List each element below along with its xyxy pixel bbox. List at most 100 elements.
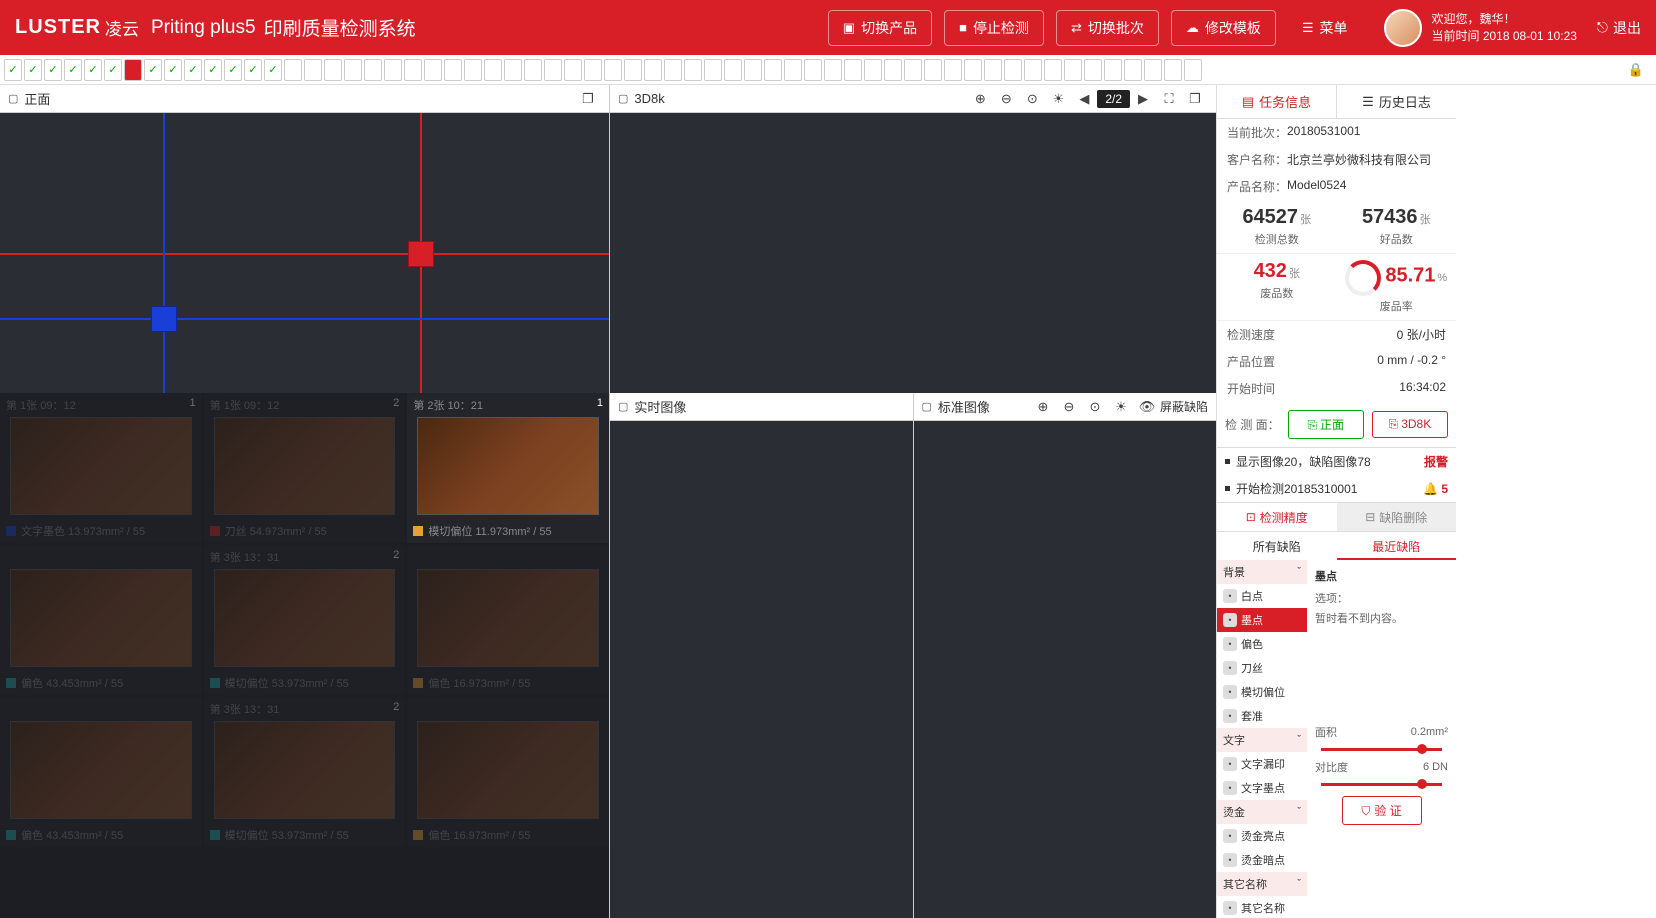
defect-group[interactable]: 文字ˇ [1217,728,1307,752]
check-cell[interactable] [584,59,602,81]
check-cell[interactable]: ✓ [204,59,222,81]
prev-icon[interactable]: ◀ [1073,88,1095,110]
thumbnail[interactable]: 偏色 16.973mm² / 55 [407,697,609,847]
check-cell[interactable] [624,59,642,81]
thumbnail[interactable]: 第 3张 13：312 模切偏位 53.973mm² / 55 [204,697,406,847]
lock-icon[interactable]: 🔒 [1628,62,1644,78]
check-cell[interactable]: ✓ [264,59,282,81]
verify-button[interactable]: ⛉验 证 [1342,796,1422,825]
check-cell[interactable] [804,59,822,81]
zoom-out-icon[interactable]: ⊖ [1058,396,1080,418]
check-cell[interactable]: ✓ [184,59,202,81]
thumbnail[interactable]: 偏色 16.973mm² / 55 [407,545,609,695]
check-cell[interactable]: ✓ [244,59,262,81]
thumbnail[interactable]: 偏色 43.453mm² / 55 [0,697,202,847]
check-cell[interactable] [324,59,342,81]
check-cell[interactable] [724,59,742,81]
mask-defect-label[interactable]: 屏蔽缺陷 [1160,398,1208,415]
check-cell[interactable] [764,59,782,81]
blue-marker[interactable] [151,306,177,332]
zoom-in-icon[interactable]: ⊕ [969,88,991,110]
check-cell[interactable]: ✓ [144,59,162,81]
check-cell[interactable] [364,59,382,81]
check-cell[interactable] [284,59,302,81]
stop-detect-button[interactable]: ■停止检测 [944,10,1044,46]
check-cell[interactable] [464,59,482,81]
check-cell[interactable] [344,59,362,81]
defect-item[interactable]: •文字漏印 [1217,752,1307,776]
check-cell[interactable] [944,59,962,81]
contrast-slider[interactable]: 对比度 6 DN [1315,759,1448,775]
check-cell[interactable] [1104,59,1122,81]
check-cell[interactable] [964,59,982,81]
thumbnail[interactable]: 第 3张 13：312 模切偏位 53.973mm² / 55 [204,545,406,695]
check-cell[interactable] [924,59,942,81]
tab-defect-delete[interactable]: ⊟缺陷删除 [1337,503,1457,531]
area-slider[interactable]: 面积 0.2mm² [1315,724,1448,740]
thumbnail[interactable]: 第 1张 09：121 文字墨色 13.973mm² / 55 [0,393,202,543]
check-cell[interactable] [524,59,542,81]
check-cell[interactable] [504,59,522,81]
check-cell[interactable] [844,59,862,81]
check-cell[interactable] [1164,59,1182,81]
menu-button[interactable]: ☰菜单 [1288,11,1362,45]
check-cell[interactable]: ✓ [164,59,182,81]
check-cell[interactable]: ✓ [44,59,62,81]
front-view[interactable] [0,113,609,393]
defect-item[interactable]: •烫金亮点 [1217,824,1307,848]
thumbnail[interactable]: 第 2张 10：211 模切偏位 11.973mm² / 55 [407,393,609,543]
check-cell[interactable] [684,59,702,81]
eye-icon[interactable]: 👁 [1136,396,1158,418]
check-cell[interactable] [604,59,622,81]
check-cell[interactable] [744,59,762,81]
defect-item[interactable]: •刀丝 [1217,656,1307,680]
check-cell[interactable] [904,59,922,81]
brightness-icon[interactable]: ☀ [1110,396,1132,418]
switch-batch-button[interactable]: ⇄切换批次 [1056,10,1159,46]
check-cell[interactable] [644,59,662,81]
3d-view[interactable] [610,113,1216,393]
face-3d-button[interactable]: ⎘3D8K [1372,411,1448,438]
multi-window-icon[interactable]: ❐ [1184,88,1206,110]
tab-task-info[interactable]: ▤任务信息 [1217,85,1337,118]
defect-item[interactable]: •烫金暗点 [1217,848,1307,872]
check-cell[interactable] [1044,59,1062,81]
check-cell[interactable]: ✓ [104,59,122,81]
defect-group[interactable]: 其它名称ˇ [1217,872,1307,896]
check-cell[interactable]: ✓ [4,59,22,81]
check-cell[interactable] [784,59,802,81]
red-marker[interactable] [408,241,434,267]
check-cell[interactable] [984,59,1002,81]
zoom-fit-icon[interactable]: ⊙ [1021,88,1043,110]
check-cell[interactable] [1024,59,1042,81]
check-cell[interactable] [1004,59,1022,81]
check-cell[interactable] [544,59,562,81]
zoom-in-icon[interactable]: ⊕ [1032,396,1054,418]
fullscreen-icon[interactable]: ⛶ [1158,88,1180,110]
switch-product-button[interactable]: ▣切换产品 [828,10,932,46]
defect-item[interactable]: •墨点 [1217,608,1307,632]
check-cell[interactable] [1184,59,1202,81]
thumbnail[interactable]: 偏色 43.453mm² / 55 [0,545,202,695]
defect-group[interactable]: 烫金ˇ [1217,800,1307,824]
defect-item[interactable]: •套准 [1217,704,1307,728]
defect-item[interactable]: •偏色 [1217,632,1307,656]
logout-button[interactable]: ⎋退出 [1597,18,1641,38]
defect-group[interactable]: 背景ˇ [1217,560,1307,584]
defect-item[interactable]: •其它名称 [1217,896,1307,918]
tab-all-defects[interactable]: 所有缺陷 [1217,532,1337,560]
check-cell[interactable] [1124,59,1142,81]
check-cell[interactable] [484,59,502,81]
face-front-button[interactable]: ⎘正面 [1288,410,1364,439]
standard-view[interactable] [914,421,1217,918]
check-cell[interactable]: ✓ [24,59,42,81]
realtime-view[interactable] [610,421,913,918]
check-cell[interactable] [1144,59,1162,81]
brightness-icon[interactable]: ☀ [1047,88,1069,110]
zoom-out-icon[interactable]: ⊖ [995,88,1017,110]
tab-history-log[interactable]: ☰历史日志 [1337,85,1456,118]
check-cell[interactable] [1084,59,1102,81]
check-cell[interactable] [404,59,422,81]
tab-recent-defects[interactable]: 最近缺陷 [1337,532,1457,560]
check-cell[interactable] [824,59,842,81]
